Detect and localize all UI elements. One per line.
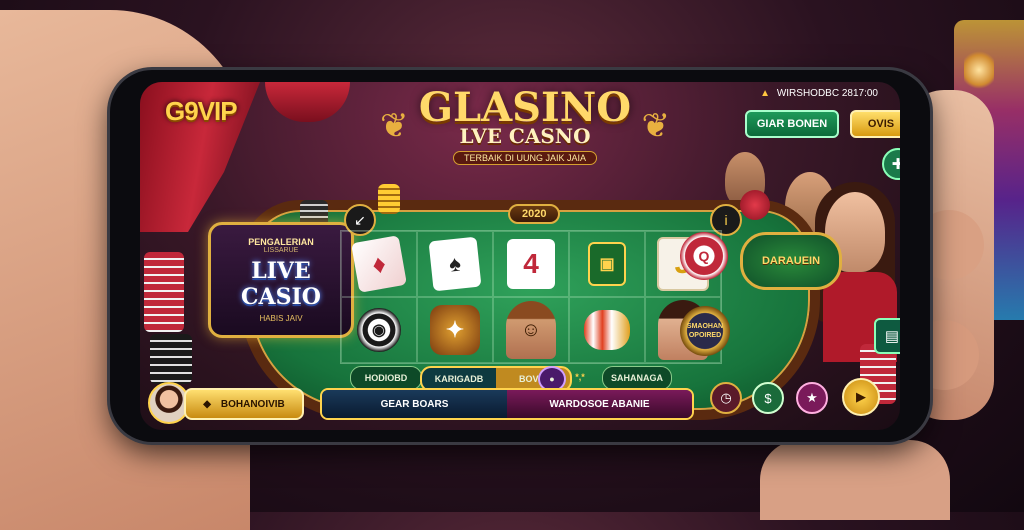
smartphone: G9VIP ▲ WIRSHODBC 2817:00 ❦ GLASINO LVE … (110, 70, 930, 442)
treasure-bag-icon: ✦ (430, 305, 480, 355)
year-badge: 2020 (508, 204, 561, 224)
casino-app-screen: G9VIP ▲ WIRSHODBC 2817:00 ❦ GLASINO LVE … (140, 82, 900, 430)
slot-machine-icon: ▣ (588, 242, 626, 286)
clock-icon[interactable]: ◷ (710, 382, 742, 414)
status-text: WIRSHODBC 2817:00 (776, 88, 878, 99)
host-avatar-male: ☺ (506, 301, 556, 359)
table-tab-center-left: KARIGADB (434, 374, 484, 384)
game-tile-poker[interactable]: ♠ (417, 231, 493, 297)
player-button-label: BOHANOIVIB (220, 398, 285, 410)
trophy-icon: ▲ (760, 88, 771, 99)
playing-card-icon: ♦ (351, 235, 407, 293)
chip-stack-red (144, 252, 184, 332)
game-tile-roulette[interactable]: ◉ (341, 297, 417, 363)
bottom-action-left[interactable]: GEAR BOARS (322, 390, 507, 418)
game-tile-four[interactable]: 4 (493, 231, 569, 297)
game-tile-slot[interactable]: ▣ (569, 231, 645, 297)
right-hand-thumb (760, 440, 950, 520)
dice-roll-icon (584, 310, 630, 350)
bottom-action-right[interactable]: WARDOSOE ABANIE (507, 390, 692, 418)
live-badge-main: LIVE CASIO (241, 258, 321, 310)
dealer-badge[interactable]: DARAUEIN (740, 232, 842, 290)
hero-tagline: TERBAIK DI UUNG JAIK JAIA (452, 151, 598, 165)
header-secondary-button[interactable]: OVIS (850, 110, 900, 138)
laurel-right-icon: ❦ (641, 107, 671, 145)
game-tile-dice[interactable] (569, 297, 645, 363)
chip-stack-gold (378, 184, 400, 214)
poker-chip-q-icon[interactable]: Q (680, 232, 728, 280)
live-badge-top-small: LISSARUE (263, 247, 299, 254)
table-tab-right[interactable]: SAHANAGA (602, 366, 672, 390)
star-icon[interactable]: ★ (796, 382, 828, 414)
play-icon[interactable]: ▶ (842, 378, 880, 416)
table-tab-left[interactable]: HODIOBD (350, 366, 422, 390)
live-badge-sub: HABIS JAIV (259, 314, 303, 323)
coin-icon[interactable]: $ (752, 382, 784, 414)
table-tab-dots: *,* (575, 372, 585, 382)
poker-chip-icon: ◉ (357, 308, 401, 352)
header-primary-button[interactable]: GIAR BONEN (745, 110, 839, 138)
chat-icon[interactable]: ▤ (874, 318, 900, 354)
hero-title-block: ❦ GLASINO LVE CASNO TERBAIK DI UUNG JAIK… (380, 86, 670, 166)
status-bar: ▲ WIRSHODBC 2817:00 (760, 88, 878, 99)
embossed-game-label: SMAOHAN OPOIRED (686, 323, 724, 339)
live-badge-top: PENGALERIAN (248, 237, 314, 247)
card-fan-icon: ♠ (428, 236, 482, 292)
chevron-left-icon: ◆ (203, 398, 211, 410)
live-casino-badge[interactable]: PENGALERIAN LISSARUE LIVE CASIO HABIS JA… (208, 222, 354, 338)
game-tile-cards[interactable]: ♦ (341, 231, 417, 297)
laurel-left-icon: ❦ (380, 107, 409, 145)
background-lamp-right (964, 50, 994, 90)
game-tile-host-male[interactable]: ☺ (493, 297, 569, 363)
bottom-action-bar: GEAR BOARS WARDOSOE ABANIE (320, 388, 694, 420)
brand-logo[interactable]: G9VIP (165, 96, 238, 127)
chip-red (740, 190, 770, 220)
game-grid: ♦ ♠ 4 ▣ J ◉ ✦ ☺ (340, 230, 722, 364)
game-tile-bonus[interactable]: ✦ (417, 297, 493, 363)
embossed-game-badge[interactable]: SMAOHAN OPOIRED (680, 306, 730, 356)
chip-stack-black (150, 334, 192, 384)
card-four-icon: 4 (507, 239, 555, 289)
stage-curtain-valance (265, 82, 350, 122)
player-action-button[interactable]: ◆ BOHANOIVIB (184, 388, 304, 420)
